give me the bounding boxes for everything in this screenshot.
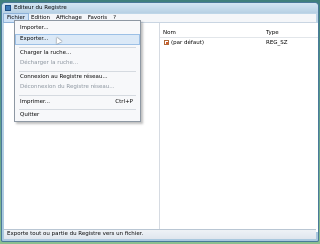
menu-item-label: Quitter: [20, 112, 40, 118]
menu-item-export[interactable]: Exporter...: [15, 34, 140, 45]
menu-separator: [19, 95, 136, 96]
menu-item-label: Décharger la ruche...: [20, 60, 79, 66]
string-value-icon: [164, 40, 169, 45]
column-header-type[interactable]: Type: [266, 29, 279, 37]
status-bar: Exporte tout ou partie du Registre vers …: [4, 229, 316, 239]
menu-item-quit[interactable]: Quitter: [16, 111, 139, 120]
menu-item-label: Connexion au Registre réseau...: [20, 74, 108, 80]
menu-item-label: Déconnexion du Registre réseau...: [20, 84, 115, 90]
value-row[interactable]: (par défaut) REG_SZ: [160, 39, 318, 47]
window-title: Editeur du Registre: [14, 5, 67, 11]
value-type: REG_SZ: [266, 40, 288, 46]
menu-item-label: Exporter...: [20, 36, 49, 42]
list-header: Nom Type: [160, 29, 318, 38]
menu-item-label: Imprimer...: [20, 99, 51, 105]
menu-item-disconnect-network: Déconnexion du Registre réseau...: [16, 83, 139, 92]
column-header-name[interactable]: Nom: [163, 29, 176, 37]
file-menu-dropdown: Importer... Exporter... Charger la ruche…: [14, 20, 141, 122]
menu-item-label: Charger la ruche...: [20, 50, 72, 56]
menu-separator: [19, 71, 136, 72]
registry-app-icon: [5, 5, 11, 11]
menu-item-import[interactable]: Importer...: [16, 24, 139, 33]
menu-item-label: Importer...: [20, 25, 49, 31]
menu-separator: [19, 47, 136, 48]
menu-item-connect-network[interactable]: Connexion au Registre réseau...: [16, 73, 139, 82]
value-name: (par défaut): [171, 40, 204, 46]
title-bar[interactable]: Editeur du Registre: [2, 3, 318, 13]
menu-item-load-hive[interactable]: Charger la ruche...: [16, 49, 139, 58]
menu-item-print[interactable]: Imprimer... Ctrl+P: [16, 98, 139, 107]
menu-item-shortcut: Ctrl+P: [115, 99, 133, 105]
menu-item-unload-hive: Décharger la ruche...: [16, 59, 139, 68]
values-pane[interactable]: Nom Type (par défaut) REG_SZ: [160, 23, 318, 232]
menu-separator: [19, 109, 136, 110]
